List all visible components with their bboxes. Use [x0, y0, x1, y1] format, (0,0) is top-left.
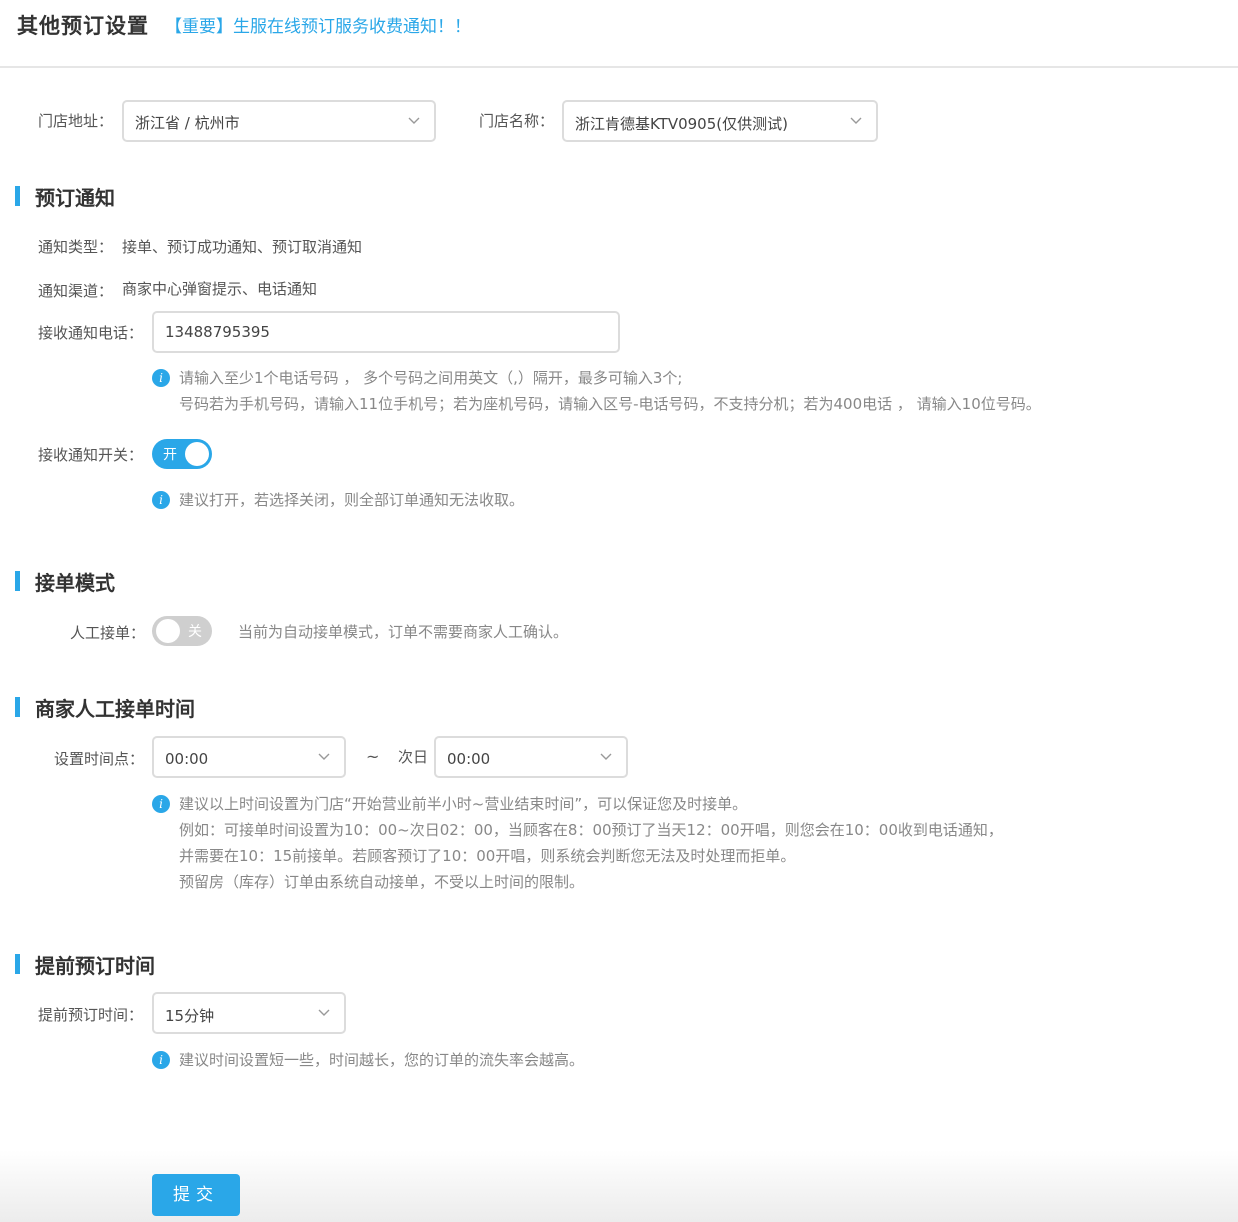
store-address-value: 浙江省 / 杭州市 [135, 114, 240, 132]
section-title: 接单模式 [35, 571, 115, 595]
notify-phone-input[interactable]: 13488795395 [152, 311, 620, 353]
start-time-value: 00:00 [165, 750, 209, 768]
chevron-down-icon [318, 753, 330, 760]
store-address-label: 门店地址： [38, 112, 114, 130]
phone-tip-line: 号码若为手机号码，请输入11位手机号；若为座机号码，请输入区号-电话号码，不支持… [179, 395, 1041, 413]
manual-time-tip-line: 建议以上时间设置为门店“开始营业前半小时~营业结束时间”，可以保证您及时接单。 [179, 795, 748, 813]
info-icon: i [152, 1051, 170, 1069]
toggle-knob [156, 619, 180, 643]
store-name-label: 门店名称： [479, 112, 555, 130]
chevron-down-icon [318, 1009, 330, 1016]
notify-channel-label: 通知渠道： [38, 282, 114, 300]
section-title: 预订通知 [35, 186, 115, 210]
info-icon: i [152, 369, 170, 387]
manual-accept-toggle[interactable]: 关 [152, 616, 212, 646]
advance-time-label: 提前预订时间： [38, 1006, 144, 1024]
manual-accept-hint: 当前为自动接单模式，订单不需要商家人工确认。 [238, 623, 569, 641]
info-icon: i [152, 491, 170, 509]
notify-switch-label: 接收通知开关： [38, 446, 144, 464]
switch-tip-text: 建议打开，若选择关闭，则全部订单通知无法收取。 [179, 491, 525, 509]
next-day-label: 次日 [398, 748, 429, 766]
manual-time-tip: i 建议以上时间设置为门店“开始营业前半小时~营业结束时间”，可以保证您及时接单… [152, 791, 1152, 895]
section-bar [15, 954, 20, 974]
manual-time-tip-line: 并需要在10：15前接单。若顾客预订了10：00开唱，则系统会判断您无法及时处理… [179, 847, 796, 865]
fee-notice-link[interactable]: 【重要】生服在线预订服务收费通知！！ [165, 12, 471, 37]
notify-type-label: 通知类型： [38, 238, 114, 256]
chevron-down-icon [850, 117, 862, 124]
notify-phone-label: 接收通知电话： [38, 324, 144, 342]
time-range-separator: ~ [366, 747, 380, 766]
submit-button[interactable]: 提交 [152, 1174, 240, 1216]
page-title: 其他预订设置 [17, 14, 149, 38]
toggle-state-text: 开 [163, 447, 177, 463]
phone-tip: i 请输入至少1个电话号码 ， 多个号码之间用英文（,）隔开，最多可输入3个; … [152, 365, 1152, 417]
advance-time-select[interactable]: 15分钟 [152, 992, 346, 1034]
notify-type-value: 接单、预订成功通知、预订取消通知 [122, 238, 363, 256]
section-title: 商家人工接单时间 [35, 697, 195, 721]
switch-tip: i 建议打开，若选择关闭，则全部订单通知无法收取。 [152, 487, 852, 513]
manual-time-tip-line: 例如：可接单时间设置为10：00~次日02：00，当顾客在8：00预订了当天12… [179, 821, 1003, 839]
store-name-select[interactable]: 浙江肯德基KTV0905(仅供测试) [562, 100, 878, 142]
chevron-down-icon [600, 753, 612, 760]
notify-switch-toggle[interactable]: 开 [152, 439, 212, 469]
manual-accept-label: 人工接单： [70, 624, 146, 642]
time-point-label: 设置时间点： [54, 750, 145, 768]
notify-phone-value: 13488795395 [165, 323, 270, 341]
advance-tip-text: 建议时间设置短一些，时间越长，您的订单的流失率会越高。 [179, 1051, 585, 1069]
notify-channel-value: 商家中心弹窗提示、电话通知 [122, 280, 318, 298]
end-time-value: 00:00 [447, 750, 491, 768]
phone-tip-line: 请输入至少1个电话号码 ， 多个号码之间用英文（,）隔开，最多可输入3个; [179, 369, 683, 387]
advance-tip: i 建议时间设置短一些，时间越长，您的订单的流失率会越高。 [152, 1047, 852, 1073]
section-bar [15, 697, 20, 717]
section-bar [15, 186, 20, 206]
end-time-select[interactable]: 00:00 [434, 736, 628, 778]
booking-settings-page: 其他预订设置 【重要】生服在线预订服务收费通知！！ 门店地址： 浙江省 / 杭州… [0, 0, 1238, 1222]
start-time-select[interactable]: 00:00 [152, 736, 346, 778]
store-name-value: 浙江肯德基KTV0905(仅供测试) [575, 115, 788, 133]
toggle-knob [185, 442, 209, 466]
store-address-select[interactable]: 浙江省 / 杭州市 [122, 100, 436, 142]
chevron-down-icon [408, 117, 420, 124]
manual-time-tip-line: 预留房（库存）订单由系统自动接单，不受以上时间的限制。 [179, 873, 585, 891]
toggle-state-text: 关 [188, 624, 202, 640]
page-header: 其他预订设置 【重要】生服在线预订服务收费通知！！ [0, 0, 1238, 68]
section-bar [15, 571, 20, 591]
section-title: 提前预订时间 [35, 954, 155, 978]
advance-time-value: 15分钟 [165, 1007, 215, 1025]
info-icon: i [152, 795, 170, 813]
